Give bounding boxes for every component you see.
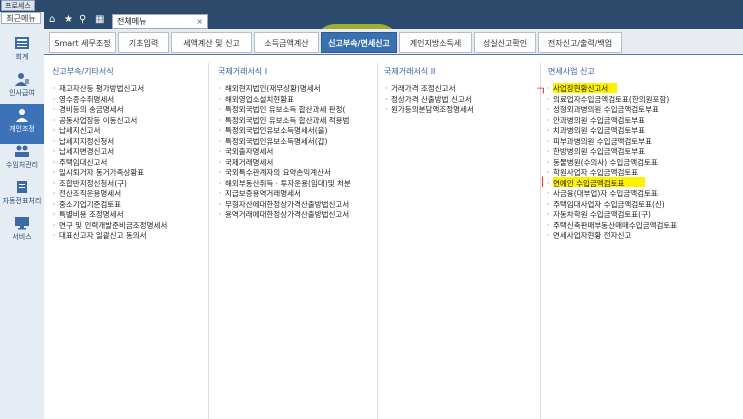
nav-item-payroll[interactable]: 인사급여 bbox=[0, 68, 44, 108]
menu-item[interactable]: 자동차학원 수입금액검토표(구) bbox=[546, 210, 677, 221]
column-title: 면세사업 신고 bbox=[548, 67, 595, 76]
menu-item[interactable]: 주택임대사업자 수입금액검토표(신) bbox=[546, 200, 677, 211]
recent-menu-button[interactable]: 최근메뉴 bbox=[1, 12, 41, 24]
menu-item[interactable]: 피부과병의원 수입금액검토부표 bbox=[546, 137, 677, 148]
menu-item[interactable]: 전산조직운용명세서 bbox=[52, 189, 167, 200]
menu-item[interactable]: 연구 및 인력개발준비금조정명세서 bbox=[52, 221, 167, 232]
menu-content: 신고부속/기타서식 재고자산등 평가방법신고서 영수증수취명세서 경비등의 송금… bbox=[44, 55, 743, 419]
column-title: 신고부속/기타서식 bbox=[52, 67, 114, 76]
column-divider bbox=[540, 63, 541, 419]
handwritten-mark: ㅣ bbox=[537, 175, 549, 189]
menu-item[interactable]: 한방병의원 수입금액검토부표 bbox=[546, 147, 677, 158]
menu-item[interactable]: 해외영업소설치현황표 bbox=[218, 95, 351, 106]
menu-item[interactable]: 용역거래에대한정상가격산출방법신고서 bbox=[218, 210, 351, 221]
close-icon[interactable]: × bbox=[196, 15, 203, 28]
menu-item[interactable]: 경비등의 송금명세서 bbox=[52, 105, 167, 116]
menu-list: 재고자산등 평가방법신고서 영수증수취명세서 경비등의 송금명세서 공동사업장등… bbox=[52, 84, 167, 242]
menu-item[interactable]: 납세지지정신청서 bbox=[52, 137, 167, 148]
menu-item[interactable]: 국제거래명세서 bbox=[218, 158, 351, 169]
menu-list: 해외현지법인(재무상황)명세서 해외영업소설치현황표 특정외국법인 유보소득 합… bbox=[218, 84, 351, 221]
handwritten-mark: ㄱ bbox=[535, 84, 547, 98]
menu-item[interactable]: 재고자산등 평가방법신고서 bbox=[52, 84, 167, 95]
menu-item[interactable]: 조합반지정신청서(구) bbox=[52, 179, 167, 190]
tab-tax-calc[interactable]: 세액계산 및 신고 bbox=[171, 32, 252, 53]
top-toolbar: 프로세스 bbox=[0, 0, 743, 12]
menu-item[interactable]: 영수증수취명세서 bbox=[52, 95, 167, 106]
nav-item-client-mgmt[interactable]: 수임처관리 bbox=[0, 140, 44, 180]
menu-item[interactable]: 납세지변경신고서 bbox=[52, 147, 167, 158]
menu-item[interactable]: 연예인 수입금액검토표 bbox=[546, 179, 677, 190]
menu-item[interactable]: 국외출자명세서 bbox=[218, 147, 351, 158]
ledger-icon bbox=[15, 37, 29, 49]
menu-item[interactable]: 특정외국법인 유보소득 합산과세 판정( bbox=[218, 105, 351, 116]
nav-item-accounting[interactable]: 회계 bbox=[0, 32, 44, 72]
menu-item[interactable]: 사금융(대부업)자 수입금액검토표 bbox=[546, 189, 677, 200]
tab-e-filing[interactable]: 전자신고/출력/백업 bbox=[538, 32, 622, 53]
nav-label: 회계 bbox=[15, 53, 29, 61]
menu-item[interactable]: 학원사업자 수입금액검토표 bbox=[546, 168, 677, 179]
tab-attached-exempt[interactable]: 신고부속/면세신고 bbox=[321, 32, 397, 53]
menu-item[interactable]: 납세지신고서 bbox=[52, 126, 167, 137]
menu-item[interactable]: 동물병원(수의사) 수입금액검토표 bbox=[546, 158, 677, 169]
menu-item[interactable]: 일시퇴거자 동거가족상황표 bbox=[52, 168, 167, 179]
menu-item[interactable]: 국외특수관계자의 요약손익계산서 bbox=[218, 168, 351, 179]
menu-item[interactable]: 특별비용 조정명세서 bbox=[52, 210, 167, 221]
monitor-icon bbox=[15, 217, 29, 230]
menu-item[interactable]: 면세사업자현황 전자신고 bbox=[546, 231, 677, 242]
column-divider bbox=[208, 63, 209, 419]
menu-item[interactable]: 중소기업기준검토표 bbox=[52, 200, 167, 211]
tab-diligent-filing[interactable]: 성실신고확인 bbox=[474, 32, 536, 53]
menu-item[interactable]: 공동사업장등 이동신고서 bbox=[52, 116, 167, 127]
menu-item[interactable]: 특정외국법인 유보소득 합산과세 적용범 bbox=[218, 116, 351, 127]
left-navigation: 최근메뉴 회계 인사급여 개인조정 수임처관리 자동전표처리 서비스 bbox=[0, 12, 45, 419]
menu-item[interactable]: 주택신축판매부동산매매수입금액검토표 bbox=[546, 221, 677, 232]
menu-item[interactable]: 의료업자수입금액검토표(한의원포함) bbox=[546, 95, 677, 106]
menu-item[interactable]: 사업장현황신고서 bbox=[546, 84, 677, 95]
tab-smart-tax[interactable]: Smart 세무조정 bbox=[49, 32, 116, 53]
menu-item[interactable]: 해외현지법인(재무상황)명세서 bbox=[218, 84, 351, 95]
category-tabs: Smart 세무조정 기초입력 세액계산 및 신고 소득금액계산 신고부속/면세… bbox=[44, 29, 743, 55]
menu-item[interactable]: 특정외국법인유보소득명세서(갑) bbox=[218, 137, 351, 148]
nav-item-auto-voucher[interactable]: 자동전표처리 bbox=[0, 176, 44, 216]
nav-label: 자동전표처리 bbox=[2, 197, 42, 205]
menu-list: 거래가격 조정신고서 정상가격 산출방법 신고서 원가등의분담액조정명세서 bbox=[384, 84, 474, 116]
menu-item[interactable]: 원가등의분담액조정명세서 bbox=[384, 105, 474, 116]
nav-item-service[interactable]: 서비스 bbox=[0, 212, 44, 252]
menu-item[interactable]: 특정외국법인유보소득명세서(을) bbox=[218, 126, 351, 137]
search-icon[interactable]: ⚲ bbox=[79, 15, 86, 25]
column-title: 국제거래서식 II bbox=[384, 67, 436, 76]
nav-label: 인사급여 bbox=[9, 89, 35, 97]
menu-list: 사업장현황신고서 의료업자수입금액검토표(한의원포함) 성형외과병의원 수입금액… bbox=[546, 84, 677, 242]
menu-item[interactable]: 무형자산에대한정상가격산출방법신고서 bbox=[218, 200, 351, 211]
menu-grid-icon[interactable]: ▦ bbox=[95, 15, 104, 25]
menu-item[interactable]: 해외부동산취득 · 투자운용(임대)및 처분 bbox=[218, 179, 351, 190]
menu-item[interactable]: 정상가격 산출방법 신고서 bbox=[384, 95, 474, 106]
tab-local-income-tax[interactable]: 계인지방소득세 bbox=[399, 32, 472, 53]
menu-item[interactable]: 지급보증용역거래명세서 bbox=[218, 189, 351, 200]
person-icon bbox=[15, 73, 29, 86]
menu-header: ⌂ ★ ⚲ ▦ 전체메뉴 × bbox=[44, 12, 743, 29]
menu-item[interactable]: 성형외과병의원 수입금액검토부표 bbox=[546, 105, 677, 116]
menu-item[interactable]: 주택임대신고서 bbox=[52, 158, 167, 169]
nav-label: 개인조정 bbox=[9, 125, 35, 133]
tab-income-calc[interactable]: 소득금액계산 bbox=[254, 32, 319, 53]
column-title: 국제거래서식 I bbox=[218, 67, 268, 76]
tab-basic-input[interactable]: 기초입력 bbox=[118, 32, 169, 53]
tab-all-menu[interactable]: 전체메뉴 × bbox=[112, 14, 208, 29]
menu-item[interactable]: 치과병의원 수입금액검토부표 bbox=[546, 126, 677, 137]
nav-label: 서비스 bbox=[12, 233, 32, 241]
home-icon[interactable]: ⌂ bbox=[49, 15, 55, 25]
menu-item[interactable]: 안과병의원 수입금액검토부표 bbox=[546, 116, 677, 127]
star-icon[interactable]: ★ bbox=[64, 15, 73, 25]
person-icon bbox=[16, 109, 28, 122]
column-divider bbox=[377, 63, 378, 419]
process-button[interactable]: 프로세스 bbox=[1, 0, 35, 11]
nav-item-personal-adjust[interactable]: 개인조정 bbox=[0, 104, 44, 144]
menu-item[interactable]: 거래가격 조정신고서 bbox=[384, 84, 474, 95]
menu-item[interactable]: 대표신고자 일괄신고 동의서 bbox=[52, 231, 167, 242]
document-icon bbox=[17, 181, 27, 193]
nav-label: 수임처관리 bbox=[5, 161, 39, 169]
people-icon bbox=[15, 145, 29, 157]
tab-all-menu-label: 전체메뉴 bbox=[117, 17, 147, 26]
